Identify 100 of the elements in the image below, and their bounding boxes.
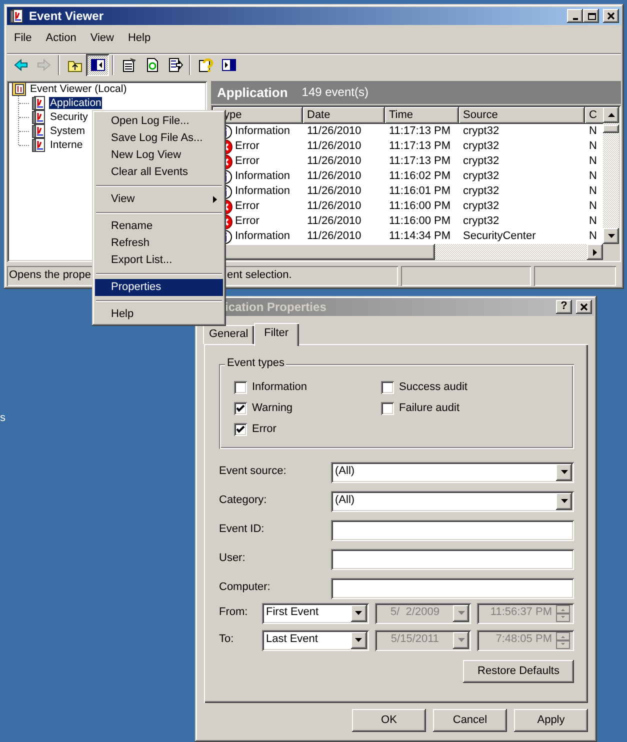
menu-item[interactable]: Refresh <box>95 235 223 252</box>
apply-button[interactable]: Apply <box>514 709 588 732</box>
close-button[interactable] <box>603 9 619 23</box>
close-button[interactable] <box>576 300 592 314</box>
event-log-icon <box>31 137 47 153</box>
menu-item[interactable]: Help <box>120 30 158 48</box>
table-cell: crypt32 <box>463 155 500 168</box>
tree-toggle-button[interactable] <box>86 54 109 76</box>
menu-item[interactable]: Export List... <box>95 252 223 269</box>
scroll-up-button[interactable] <box>603 107 619 123</box>
tree-item[interactable]: Interne <box>49 139 84 151</box>
table-cell: Information <box>235 170 290 183</box>
table-cell: N <box>589 185 597 198</box>
menu-item[interactable]: View <box>95 191 223 208</box>
checkbox[interactable] <box>234 423 247 436</box>
scrollbar-corner <box>603 244 619 260</box>
menu-item[interactable]: Rename <box>95 218 223 235</box>
scroll-down-button[interactable] <box>603 228 619 244</box>
restore-defaults-button[interactable]: Restore Defaults <box>463 660 574 683</box>
input-field[interactable] <box>331 548 574 570</box>
field-label: Event source: <box>219 465 288 479</box>
close-icon <box>580 302 588 312</box>
dropdown-field[interactable]: (All) <box>331 490 574 512</box>
submenu-arrow-icon <box>213 196 217 203</box>
date-field: 5/15/2011 <box>374 630 472 650</box>
tab[interactable]: Filter <box>254 323 299 346</box>
caret-icon <box>458 611 465 615</box>
table-cell: Information <box>235 185 290 198</box>
checkbox-label: Error <box>252 422 276 436</box>
table-cell: 11:17:13 PM <box>389 155 451 168</box>
column-header[interactable]: Date <box>303 107 385 124</box>
event-count: 149 event(s) <box>302 85 368 100</box>
input-field[interactable] <box>331 578 574 598</box>
table-cell: 11:16:00 PM <box>389 200 451 213</box>
menu-item[interactable]: Clear all Events <box>95 164 223 181</box>
scroll-right-button[interactable] <box>587 244 603 260</box>
status-text: ent selection. <box>227 269 292 283</box>
table-cell: N <box>589 230 597 243</box>
menu-item[interactable]: New Log View <box>95 147 223 164</box>
table-cell: 11/26/2010 <box>307 155 362 168</box>
caret-icon <box>458 638 465 642</box>
tab[interactable]: General <box>203 325 254 344</box>
tree-item[interactable]: Event Viewer (Local) <box>29 83 128 95</box>
table-cell: N <box>589 155 597 168</box>
checkbox-label: Success audit <box>399 380 468 394</box>
ok-button[interactable]: OK <box>352 709 426 732</box>
tree-item[interactable]: Security <box>49 111 89 123</box>
menu-item[interactable]: Action <box>38 30 84 48</box>
cancel-button[interactable]: Cancel <box>433 709 507 732</box>
table-cell: crypt32 <box>463 185 500 198</box>
column-header[interactable]: C <box>585 107 603 124</box>
menu-item[interactable]: File <box>7 30 39 48</box>
table-cell: Error <box>235 215 260 228</box>
event-log-icon <box>9 8 25 24</box>
column-header[interactable]: Time <box>385 107 459 124</box>
status-text: Opens the prope <box>9 269 91 282</box>
table-cell: 11/26/2010 <box>307 170 362 183</box>
menu-item[interactable]: Save Log File As... <box>95 130 223 147</box>
help-button[interactable]: ? <box>556 300 572 314</box>
up-arrow-icon <box>608 113 614 117</box>
field-label: Category: <box>219 494 268 508</box>
tree-item[interactable]: System <box>49 125 86 137</box>
table-cell: 11:17:13 PM <box>389 140 451 153</box>
caret-icon <box>560 470 568 474</box>
table-cell: 11/26/2010 <box>307 230 362 243</box>
window-title: ication Properties <box>225 300 328 314</box>
table-cell: N <box>589 170 597 183</box>
maximize-button[interactable] <box>583 9 599 23</box>
menu-item[interactable]: View <box>83 30 121 48</box>
checkbox[interactable] <box>234 381 247 394</box>
window-title: Event Viewer <box>29 8 104 24</box>
checkbox[interactable] <box>381 402 394 415</box>
time-field: 7:48:05 PM <box>477 630 574 650</box>
vertical-scrollbar[interactable] <box>603 107 619 244</box>
table-cell: 11:16:02 PM <box>389 170 451 183</box>
tree-item[interactable]: Application <box>49 97 102 109</box>
event-log-icon <box>31 123 47 139</box>
table-cell: 11:16:00 PM <box>389 215 451 228</box>
checkbox[interactable] <box>381 381 394 394</box>
table-cell: N <box>589 125 597 138</box>
menu-item[interactable]: Properties <box>95 279 223 296</box>
table-cell: Error <box>235 155 260 168</box>
close-icon <box>606 12 616 20</box>
spinner-icon <box>556 632 570 648</box>
table-cell: 11:17:13 PM <box>389 125 451 138</box>
minimize-icon <box>570 18 580 20</box>
desktop-icon-label[interactable]: s <box>0 412 6 426</box>
column-header[interactable]: Source <box>459 107 585 124</box>
minimize-button[interactable] <box>567 9 583 23</box>
caret-icon <box>355 611 362 615</box>
table-cell: 11/26/2010 <box>307 140 362 153</box>
table-cell: Information <box>235 230 290 243</box>
scroll-thumb[interactable] <box>603 125 619 133</box>
table-cell: 11/26/2010 <box>307 200 362 213</box>
table-cell: Error <box>235 140 260 153</box>
field-label: Event ID: <box>219 523 266 537</box>
input-field[interactable] <box>331 520 574 540</box>
checkbox[interactable] <box>234 402 247 415</box>
dropdown-field[interactable]: (All) <box>331 462 574 482</box>
menu-item[interactable]: Help <box>95 306 223 323</box>
